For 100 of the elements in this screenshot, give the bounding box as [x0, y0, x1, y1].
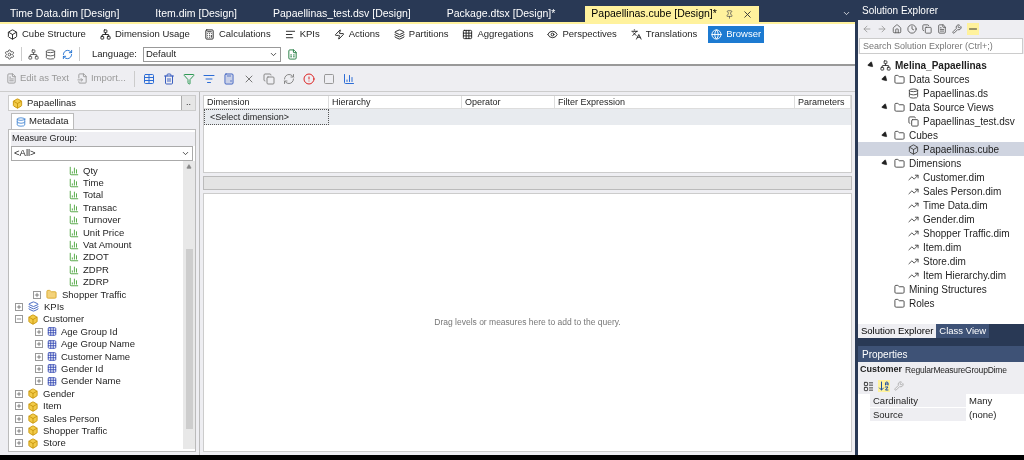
- trash-icon[interactable]: [162, 72, 175, 85]
- tree-item[interactable]: Gender: [43, 387, 75, 400]
- tree-item[interactable]: Shopper Traffic.dim: [858, 226, 1024, 240]
- scroll-thumb[interactable]: [185, 248, 193, 429]
- spreadsheet-icon[interactable]: [286, 48, 298, 60]
- designer-tab[interactable]: Actions: [330, 25, 383, 43]
- expand-toggle[interactable]: [15, 439, 23, 448]
- designer-tab[interactable]: Aggregations: [459, 25, 537, 43]
- tree-item[interactable]: Store.dim: [858, 254, 1024, 268]
- table-icon[interactable]: [142, 72, 155, 85]
- close-icon[interactable]: [741, 8, 753, 20]
- designer-tab[interactable]: Browser: [708, 25, 765, 43]
- tree-item[interactable]: Qty: [83, 164, 98, 177]
- designer-tab[interactable]: KPIs: [281, 25, 323, 43]
- list-icon[interactable]: [202, 72, 215, 85]
- tree-item[interactable]: Transac: [83, 201, 117, 214]
- expand-toggle[interactable]: [35, 352, 43, 361]
- tree-item[interactable]: Sales Person.dim: [858, 184, 1024, 198]
- language-select[interactable]: Default: [142, 46, 281, 62]
- panel-tab[interactable]: Solution Explorer: [858, 324, 937, 338]
- tree-item[interactable]: Data Sources: [858, 72, 1024, 86]
- document-tab[interactable]: Time Data.dim [Design]: [4, 6, 126, 22]
- wrench-icon[interactable]: [952, 24, 962, 34]
- refresh-icon[interactable]: [282, 72, 295, 85]
- calculator-icon[interactable]: [222, 72, 235, 85]
- designer-tab[interactable]: Perspectives: [544, 25, 620, 43]
- copy-icon[interactable]: [262, 72, 275, 85]
- expand-toggle[interactable]: [35, 327, 43, 336]
- tree-item[interactable]: Age Group Name: [61, 338, 135, 351]
- browse-button[interactable]: ..: [181, 96, 195, 110]
- pin-icon[interactable]: [724, 9, 734, 19]
- expanded-arrow-icon[interactable]: [880, 158, 890, 168]
- tree-item[interactable]: Papaellinas.cube: [858, 142, 1024, 156]
- tree-item[interactable]: ZDPR: [83, 263, 109, 276]
- table-cell[interactable]: <Select dimension>: [204, 109, 329, 125]
- tree-item[interactable]: Papaellinas.ds: [858, 86, 1024, 100]
- tree-item[interactable]: Customer Name: [61, 350, 131, 363]
- tree-item[interactable]: Sales Person: [43, 412, 100, 425]
- exclamation-icon[interactable]: [302, 72, 315, 85]
- tree-item[interactable]: Data Source Views: [858, 100, 1024, 114]
- expand-toggle[interactable]: [33, 290, 41, 299]
- tree-item[interactable]: Gender.dim: [858, 212, 1024, 226]
- collapse-toggle[interactable]: [15, 315, 23, 324]
- tree-item[interactable]: Item Hierarchy.dim: [858, 268, 1024, 282]
- filter-icon[interactable]: [182, 72, 195, 85]
- document-tab[interactable]: Papaellinas.cube [Design]*: [585, 6, 759, 22]
- tree-item[interactable]: Papaellinas_test.dsv: [858, 114, 1024, 128]
- tree-item[interactable]: Dimensions: [858, 156, 1024, 170]
- sort-icon[interactable]: [878, 380, 890, 392]
- back-icon[interactable]: [862, 24, 872, 34]
- tree-item[interactable]: ZDOT: [83, 251, 109, 264]
- tree-item[interactable]: Roles: [858, 296, 1024, 310]
- clock-icon[interactable]: [907, 24, 917, 34]
- expand-toggle[interactable]: [15, 402, 23, 411]
- document-tab[interactable]: Item.dim [Design]: [149, 6, 243, 22]
- hierarchy-icon[interactable]: [28, 48, 39, 60]
- scroll-up-icon[interactable]: [186, 163, 192, 169]
- database-icon[interactable]: [45, 48, 56, 60]
- dropdown-icon[interactable]: [842, 9, 851, 18]
- expand-toggle[interactable]: [15, 303, 23, 311]
- tree-item[interactable]: Turnover: [83, 214, 121, 227]
- copy-icon[interactable]: [922, 24, 932, 34]
- tree-item[interactable]: ZDRP: [83, 276, 109, 289]
- categorized-icon[interactable]: [863, 380, 874, 392]
- expand-toggle[interactable]: [35, 377, 43, 386]
- designer-tab[interactable]: Calculations: [200, 25, 274, 43]
- designer-tab[interactable]: Dimension Usage: [96, 25, 193, 43]
- designer-tab[interactable]: Cube Structure: [4, 25, 89, 43]
- tree-item[interactable]: Time Data.dim: [858, 198, 1024, 212]
- search-field[interactable]: Search Solution Explorer (Ctrl+;): [859, 38, 1023, 54]
- property-value[interactable]: Many: [966, 394, 1024, 408]
- cube-selector[interactable]: Papaellinas ..: [8, 95, 196, 111]
- refresh-icon[interactable]: [62, 48, 73, 60]
- tree-item[interactable]: Age Group Id: [61, 325, 118, 338]
- tree-item[interactable]: Melina_Papaellinas: [858, 58, 1024, 72]
- expand-toggle[interactable]: [15, 414, 23, 423]
- tree-item[interactable]: Time: [83, 177, 104, 190]
- expand-toggle[interactable]: [15, 426, 23, 435]
- tree-item[interactable]: Vat Amount: [83, 239, 132, 252]
- wrench-icon[interactable]: [894, 381, 904, 391]
- expanded-arrow-icon[interactable]: [880, 130, 890, 140]
- tree-item[interactable]: Customer.dim: [858, 170, 1024, 184]
- measure-group-select[interactable]: <All>: [11, 145, 193, 161]
- designer-tab[interactable]: Partitions: [390, 25, 452, 43]
- tree-item[interactable]: Total: [83, 189, 104, 202]
- tree-item[interactable]: Store: [43, 437, 66, 449]
- metadata-tab[interactable]: Metadata: [11, 113, 74, 129]
- tree-item[interactable]: Unit Price: [83, 226, 125, 239]
- expand-toggle[interactable]: [35, 340, 43, 349]
- expand-toggle[interactable]: [15, 389, 23, 398]
- tree-item[interactable]: Item.dim: [858, 240, 1024, 254]
- tree-item[interactable]: Customer: [43, 313, 85, 326]
- document-tab[interactable]: Package.dtsx [Design]*: [440, 6, 562, 22]
- minus-icon[interactable]: [967, 23, 979, 35]
- expanded-arrow-icon[interactable]: [866, 60, 876, 70]
- tree-item[interactable]: Gender Id: [61, 362, 104, 375]
- chart-icon[interactable]: [342, 72, 355, 85]
- tree-item[interactable]: Item: [43, 400, 62, 413]
- tree-item[interactable]: KPIs: [44, 301, 65, 313]
- tree-item[interactable]: Cubes: [858, 128, 1024, 142]
